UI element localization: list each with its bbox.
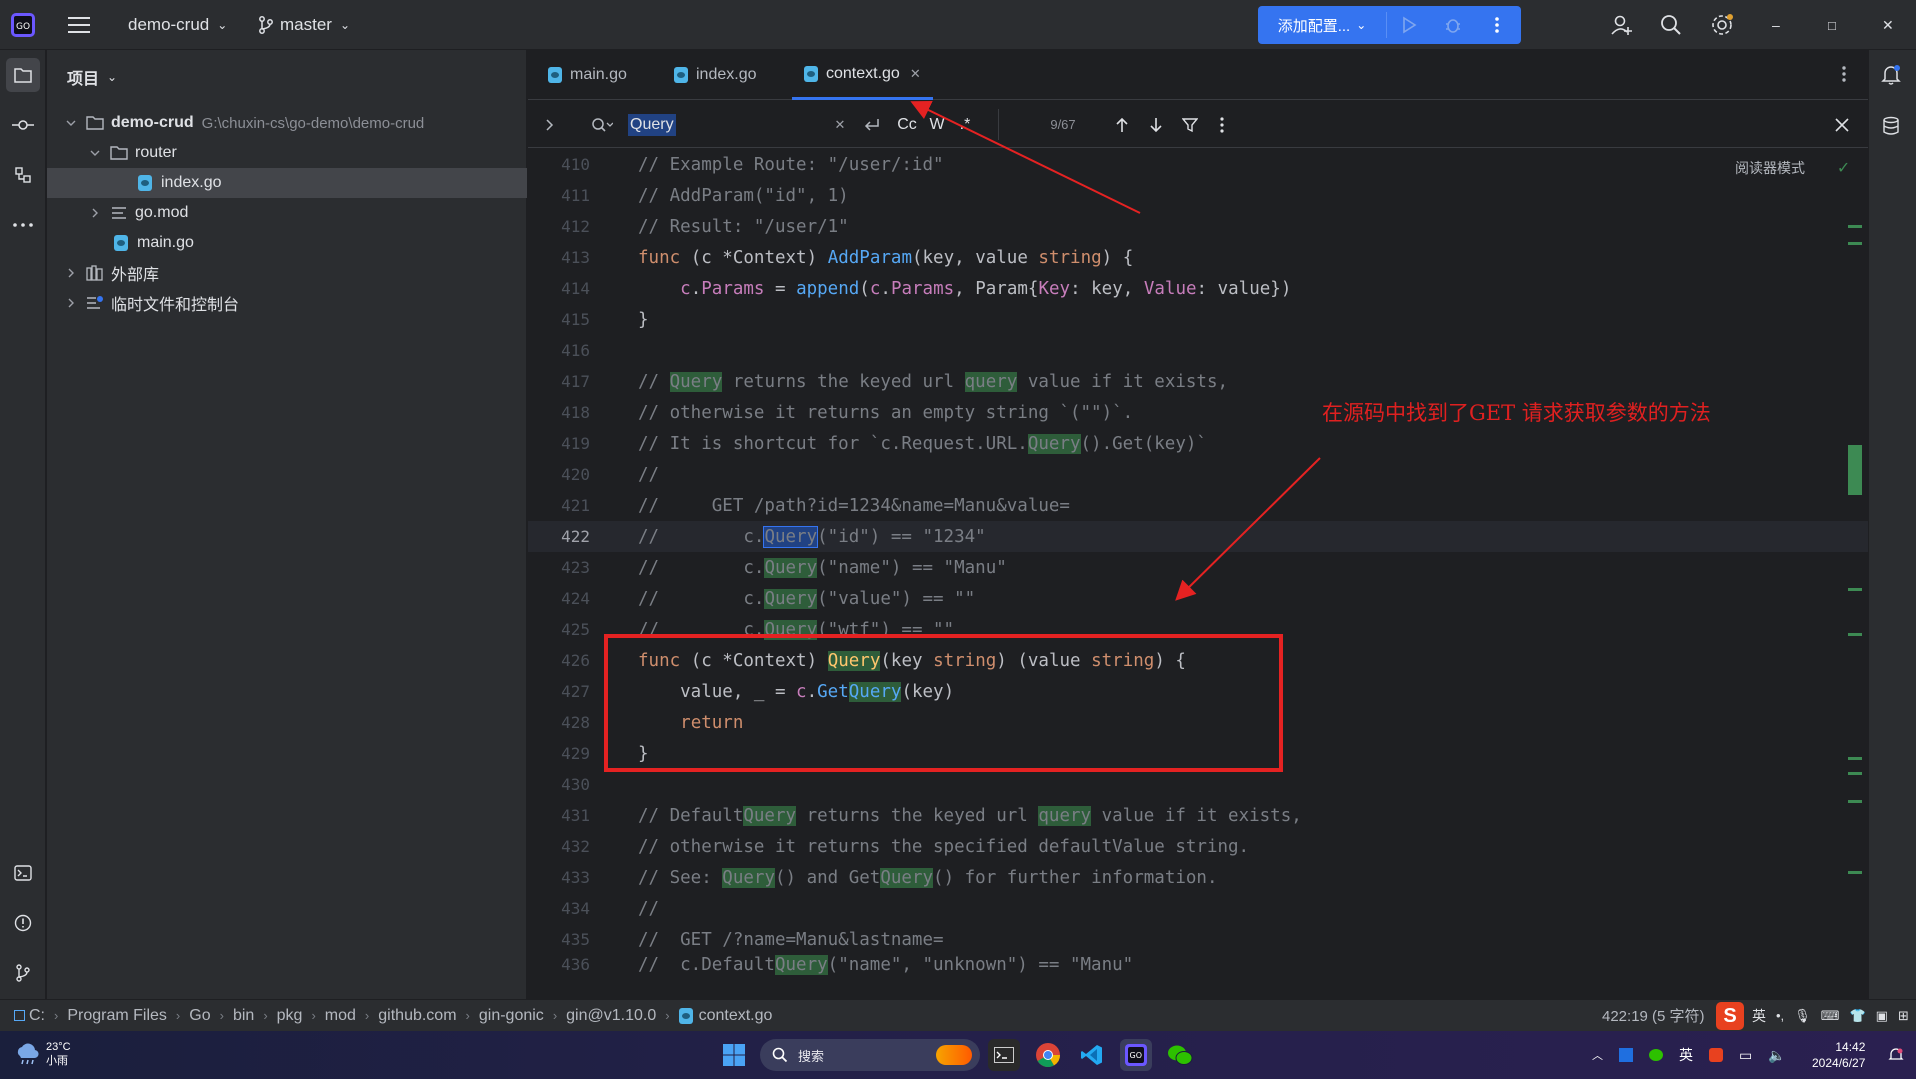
go-file-icon bbox=[678, 1007, 693, 1024]
system-tray: ︿ 英 ▭ 🔈 bbox=[1592, 1031, 1786, 1079]
chevron-right-icon: › bbox=[219, 1008, 224, 1023]
grid-icon[interactable]: ⊞ bbox=[1898, 1008, 1909, 1024]
clock-time: 14:42 bbox=[1835, 1040, 1866, 1054]
terminal-app-icon[interactable] bbox=[988, 1039, 1020, 1071]
breadcrumb-item[interactable]: github.com bbox=[378, 1007, 456, 1025]
weather-temp: 23°C bbox=[46, 1041, 71, 1053]
chevron-right-icon: › bbox=[263, 1008, 268, 1023]
chevron-right-icon: › bbox=[54, 1008, 59, 1023]
microphone-icon[interactable]: 🎙 bbox=[1794, 1008, 1811, 1024]
notifications-bell-icon[interactable] bbox=[1881, 64, 1901, 86]
ime-toolbar: •, 🎙 ⌨ 👕 ▣ ⊞ bbox=[1776, 1008, 1909, 1024]
breadcrumb-item[interactable]: C: bbox=[29, 1007, 45, 1025]
weather-desc: 小雨 bbox=[46, 1055, 68, 1067]
taskbar-search-box[interactable]: 搜索 bbox=[760, 1039, 980, 1071]
svg-text:GO: GO bbox=[1130, 1051, 1143, 1060]
status-bar: C: › Program Files › Go › bin › pkg › mod › gi… bbox=[0, 999, 1916, 1031]
caret-position[interactable]: 422:19 (5 字符) bbox=[1602, 1005, 1705, 1026]
chevron-right-icon: › bbox=[175, 1008, 181, 1023]
weather-widget[interactable]: 23°C 小雨 bbox=[14, 1040, 71, 1068]
vscode-app-icon[interactable] bbox=[1076, 1039, 1108, 1071]
windows-taskbar: 23°C 小雨 搜索 GO ︿ 英 ▭ 🔈 14:42 2024/6/27 bbox=[0, 1031, 1916, 1079]
sogou-ime-icon[interactable]: S bbox=[1716, 1002, 1744, 1030]
tray-app-icon[interactable] bbox=[1619, 1048, 1633, 1062]
chevron-right-icon: › bbox=[311, 1008, 316, 1023]
breadcrumb-item[interactable]: Program Files bbox=[67, 1007, 167, 1025]
punctuation-icon[interactable]: •, bbox=[1776, 1008, 1784, 1023]
chevron-right-icon: › bbox=[665, 1008, 670, 1023]
clock-date: 2024/6/27 bbox=[1812, 1056, 1866, 1070]
chevron-right-icon: › bbox=[465, 1008, 470, 1023]
breadcrumb-item[interactable]: gin@v1.10.0 bbox=[566, 1007, 656, 1025]
keyboard-icon[interactable]: ⌨ bbox=[1821, 1008, 1840, 1024]
goland-app-icon[interactable]: GO bbox=[1120, 1039, 1152, 1071]
network-icon[interactable]: ▭ bbox=[1739, 1047, 1752, 1064]
breadcrumb-item[interactable]: gin-gonic bbox=[479, 1007, 544, 1025]
chrome-app-icon[interactable] bbox=[1032, 1039, 1064, 1071]
breadcrumb-item[interactable]: bin bbox=[233, 1007, 254, 1025]
breadcrumb-item[interactable]: Go bbox=[189, 1007, 210, 1025]
search-placeholder: 搜索 bbox=[798, 1048, 825, 1064]
tray-expand-icon[interactable]: ︿ bbox=[1592, 1047, 1603, 1063]
skin-icon[interactable]: 👕 bbox=[1849, 1008, 1865, 1024]
annotation-arrows bbox=[910, 101, 1321, 601]
ime-mode[interactable]: 英 bbox=[1752, 1006, 1766, 1026]
search-icon bbox=[772, 1047, 788, 1063]
breadcrumb: C: › Program Files › Go › bin › pkg › mod › gi… bbox=[14, 1007, 772, 1025]
breadcrumb-item[interactable]: mod bbox=[325, 1007, 356, 1025]
volume-icon[interactable]: 🔈 bbox=[1768, 1047, 1785, 1064]
chevron-right-icon: › bbox=[552, 1008, 558, 1023]
breadcrumb-item[interactable]: context.go bbox=[699, 1007, 773, 1025]
toolbox-icon[interactable]: ▣ bbox=[1876, 1008, 1888, 1024]
tray-lang[interactable]: 英 bbox=[1679, 1045, 1693, 1065]
drive-icon bbox=[14, 1010, 25, 1021]
search-highlight-icon bbox=[936, 1045, 972, 1065]
tray-sogou-icon[interactable] bbox=[1709, 1048, 1723, 1062]
right-tool-strip bbox=[1868, 50, 1916, 999]
rain-cloud-icon bbox=[17, 1043, 39, 1065]
breadcrumb-item[interactable]: pkg bbox=[277, 1007, 303, 1025]
clock[interactable]: 14:42 2024/6/27 bbox=[1812, 1039, 1865, 1071]
chevron-right-icon: › bbox=[364, 1008, 370, 1023]
database-icon[interactable] bbox=[1882, 116, 1900, 136]
wechat-app-icon[interactable] bbox=[1164, 1039, 1196, 1071]
windows-start-icon[interactable] bbox=[718, 1039, 750, 1071]
tray-wechat-icon[interactable] bbox=[1649, 1049, 1663, 1061]
notification-center-icon[interactable] bbox=[1888, 1047, 1904, 1063]
